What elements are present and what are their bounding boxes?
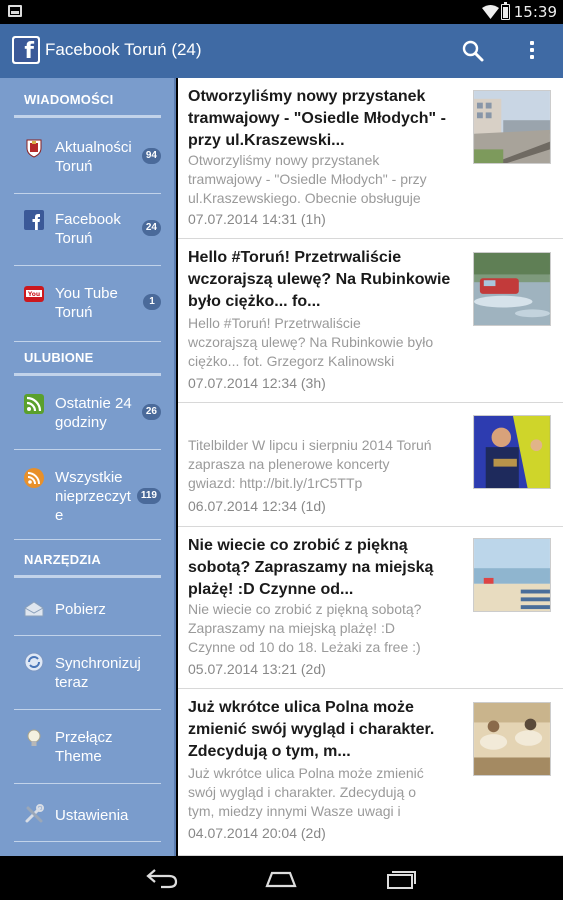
sidebar-item-label: godziny [55, 414, 107, 431]
sidebar-item-label: Theme [55, 748, 102, 765]
sidebar-item-label: You Tube [55, 285, 118, 302]
feed-item-date: 07.07.2014 14:31 (1h) [188, 211, 326, 227]
sidebar-item-pobierz[interactable]: Pobierz [14, 580, 161, 636]
feed-item[interactable]: Hello #Toruń! Przetrwaliście wczorajszą … [178, 239, 563, 403]
section-header-narzedzia: NARZĘDZIA [14, 552, 161, 578]
feed-item-date: 06.07.2014 12:34 (1d) [188, 498, 326, 514]
sidebar-item-aktualnosci[interactable]: Aktualności Toruń 94 [14, 120, 161, 194]
sidebar-item-youtube[interactable]: You You Tube Toruń 1 [14, 266, 161, 342]
unread-count-badge: 119 [136, 488, 161, 504]
sidebar-item-label: Wszystkie [55, 469, 123, 486]
feed-item[interactable]: Titelbilder W lipcu i sierpniu 2014 Toru… [178, 403, 563, 527]
section-header-ulubione: ULUBIONE [14, 350, 161, 376]
app-title: Facebook Toruń (24) [45, 40, 202, 59]
sidebar-item-label: nieprzeczyt [55, 488, 131, 505]
feed-item-excerpt: Już wkrótce ulica Polna może zmienić swó… [188, 765, 424, 819]
sidebar-item-wszystkie[interactable]: Wszystkie nieprzeczyt e 119 [14, 450, 161, 540]
recents-icon[interactable] [385, 866, 419, 890]
feed-item-thumbnail [473, 415, 551, 489]
unread-count-badge: 1 [143, 294, 161, 310]
feed-item-thumbnail [473, 538, 551, 612]
facebook-icon [24, 210, 44, 230]
feed-item[interactable]: Otworzyliśmy nowy przystanek tramwajowy … [178, 78, 563, 239]
section-header-wiadomosci: WIADOMOŚCI [14, 92, 161, 118]
feed-item-title: Już wkrótce ulica Polna może zmienić swó… [188, 699, 435, 760]
sidebar-item-label: teraz [55, 674, 89, 691]
feed-item-excerpt: Nie wiecie co zrobić z piękną sobotą? Za… [188, 601, 422, 655]
youtube-icon: You [24, 286, 44, 302]
feed-item-date: 04.07.2014 20:04 (2d) [188, 825, 326, 841]
sidebar-item-label: Przełącz [55, 729, 113, 746]
news-feed-list: Otworzyliśmy nowy przystanek tramwajowy … [178, 78, 563, 856]
svg-text:You: You [27, 291, 40, 298]
feed-item-date: 05.07.2014 13:21 (2d) [188, 661, 326, 677]
feed-item-title: Otworzyliśmy nowy przystanek tramwajowy … [188, 88, 446, 149]
sidebar-item-facebook[interactable]: Facebook Toruń 24 [14, 194, 161, 266]
search-icon[interactable] [461, 39, 485, 63]
overflow-menu-icon[interactable] [520, 38, 544, 64]
sync-icon [24, 652, 44, 672]
sidebar-item-przelacz-theme[interactable]: Przełącz Theme [14, 710, 161, 784]
unread-count-badge: 94 [141, 148, 161, 164]
feed-item-thumbnail [473, 252, 551, 326]
sidebar-item-label: Toruń [55, 304, 93, 321]
sidebar-item-label: Synchronizuj [55, 655, 141, 672]
status-bar: 15:39 [0, 0, 563, 24]
feed-item-excerpt: Hello #Toruń! Przetrwaliście wczorajszą … [188, 315, 434, 369]
battery-icon [501, 2, 510, 20]
feed-item[interactable]: Nie wiecie co zrobić z piękną sobotą? Za… [178, 527, 563, 689]
sidebar-item-label: Aktualności [55, 139, 132, 156]
rss-orange-icon [24, 468, 44, 488]
sidebar-item-ostatnie-24[interactable]: Ostatnie 24 godziny 26 [14, 378, 161, 450]
sidebar-item-label: Toruń [55, 230, 93, 247]
torun-crest-icon [26, 139, 42, 158]
screenshot-notification-icon [8, 5, 22, 17]
feed-item-title: Nie wiecie co zrobić z piękną sobotą? Za… [188, 537, 434, 598]
sidebar-item-label: Facebook [55, 211, 121, 228]
feed-item-title: Hello #Toruń! Przetrwaliście wczorajszą … [188, 249, 451, 310]
sidebar-item-label: Toruń [55, 158, 93, 175]
system-navigation-bar [0, 856, 563, 900]
sidebar-item-label: Ustawienia [55, 807, 129, 824]
navigation-drawer: WIADOMOŚCI Aktualności Toruń 94 Facebook… [0, 78, 176, 856]
sidebar-item-label: Ostatnie 24 [55, 395, 132, 412]
rss-icon [24, 394, 44, 414]
feed-item-thumbnail [473, 702, 551, 776]
tools-icon [25, 804, 44, 823]
action-bar: f Facebook Toruń (24) [0, 24, 563, 78]
unread-count-badge: 26 [141, 404, 161, 420]
back-icon[interactable] [145, 866, 179, 890]
unread-count-badge: 24 [141, 220, 161, 236]
sidebar-item-synchronizuj[interactable]: Synchronizuj teraz [14, 636, 161, 710]
feed-item[interactable]: Już wkrótce ulica Polna może zmienić swó… [178, 689, 563, 856]
feed-item-thumbnail [473, 90, 551, 164]
download-icon [24, 601, 44, 617]
feed-item-excerpt: Otworzyliśmy nowy przystanek tramwajowy … [188, 152, 427, 206]
clock: 15:39 [513, 3, 557, 21]
sidebar-item-label: e [55, 507, 64, 524]
wifi-icon [482, 5, 499, 19]
sidebar-item-ustawienia[interactable]: Ustawienia [14, 784, 161, 842]
feed-item-date: 07.07.2014 12:34 (3h) [188, 375, 326, 391]
bulb-icon [27, 729, 41, 746]
home-icon[interactable] [263, 866, 299, 890]
feed-item-excerpt: Titelbilder W lipcu i sierpniu 2014 Toru… [188, 437, 432, 491]
sidebar-item-label: Pobierz [55, 601, 106, 618]
app-logo-icon[interactable]: f [12, 36, 40, 64]
